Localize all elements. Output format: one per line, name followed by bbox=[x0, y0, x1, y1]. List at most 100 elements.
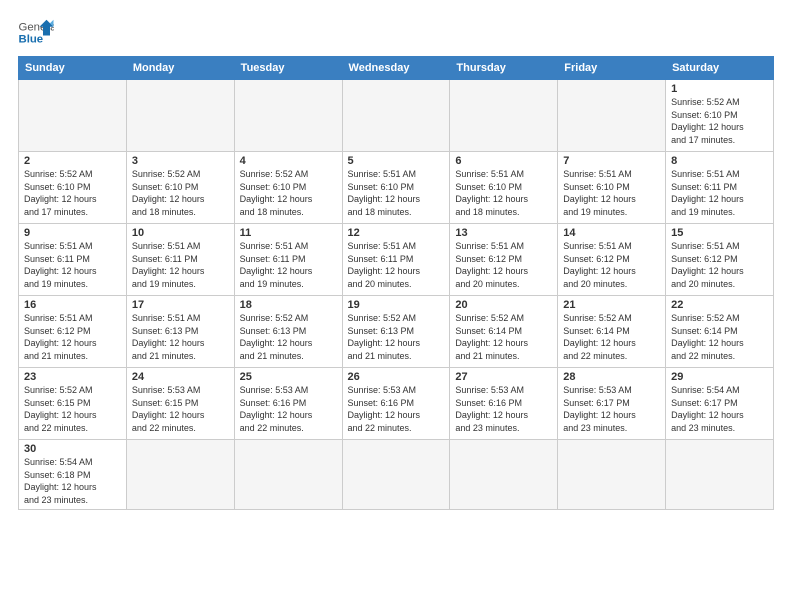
day-info: Sunrise: 5:51 AMSunset: 6:11 PMDaylight:… bbox=[671, 168, 768, 218]
day-number: 14 bbox=[563, 227, 660, 239]
day-info: Sunrise: 5:53 AMSunset: 6:16 PMDaylight:… bbox=[455, 384, 552, 434]
day-info: Sunrise: 5:51 AMSunset: 6:12 PMDaylight:… bbox=[24, 312, 121, 362]
day-info: Sunrise: 5:52 AMSunset: 6:14 PMDaylight:… bbox=[563, 312, 660, 362]
calendar-cell: 21Sunrise: 5:52 AMSunset: 6:14 PMDayligh… bbox=[558, 296, 666, 368]
weekday-header: Friday bbox=[558, 57, 666, 80]
calendar-cell bbox=[234, 440, 342, 510]
calendar-cell: 4Sunrise: 5:52 AMSunset: 6:10 PMDaylight… bbox=[234, 152, 342, 224]
day-number: 2 bbox=[24, 155, 121, 167]
calendar-cell: 10Sunrise: 5:51 AMSunset: 6:11 PMDayligh… bbox=[126, 224, 234, 296]
calendar-cell bbox=[558, 440, 666, 510]
calendar-week-row: 1Sunrise: 5:52 AMSunset: 6:10 PMDaylight… bbox=[19, 80, 774, 152]
weekday-header: Saturday bbox=[666, 57, 774, 80]
day-number: 8 bbox=[671, 155, 768, 167]
day-number: 7 bbox=[563, 155, 660, 167]
calendar-week-row: 23Sunrise: 5:52 AMSunset: 6:15 PMDayligh… bbox=[19, 368, 774, 440]
calendar-cell: 17Sunrise: 5:51 AMSunset: 6:13 PMDayligh… bbox=[126, 296, 234, 368]
day-number: 4 bbox=[240, 155, 337, 167]
day-number: 19 bbox=[348, 299, 445, 311]
day-info: Sunrise: 5:52 AMSunset: 6:15 PMDaylight:… bbox=[24, 384, 121, 434]
day-info: Sunrise: 5:53 AMSunset: 6:16 PMDaylight:… bbox=[348, 384, 445, 434]
day-info: Sunrise: 5:51 AMSunset: 6:10 PMDaylight:… bbox=[455, 168, 552, 218]
calendar-cell: 9Sunrise: 5:51 AMSunset: 6:11 PMDaylight… bbox=[19, 224, 127, 296]
day-info: Sunrise: 5:52 AMSunset: 6:10 PMDaylight:… bbox=[240, 168, 337, 218]
day-number: 30 bbox=[24, 443, 121, 455]
day-info: Sunrise: 5:51 AMSunset: 6:11 PMDaylight:… bbox=[132, 240, 229, 290]
day-info: Sunrise: 5:51 AMSunset: 6:11 PMDaylight:… bbox=[24, 240, 121, 290]
day-number: 17 bbox=[132, 299, 229, 311]
day-info: Sunrise: 5:52 AMSunset: 6:14 PMDaylight:… bbox=[671, 312, 768, 362]
calendar-cell: 19Sunrise: 5:52 AMSunset: 6:13 PMDayligh… bbox=[342, 296, 450, 368]
calendar-cell: 5Sunrise: 5:51 AMSunset: 6:10 PMDaylight… bbox=[342, 152, 450, 224]
day-number: 22 bbox=[671, 299, 768, 311]
day-info: Sunrise: 5:52 AMSunset: 6:10 PMDaylight:… bbox=[24, 168, 121, 218]
calendar-cell bbox=[558, 80, 666, 152]
day-number: 15 bbox=[671, 227, 768, 239]
calendar-cell: 23Sunrise: 5:52 AMSunset: 6:15 PMDayligh… bbox=[19, 368, 127, 440]
calendar-table: SundayMondayTuesdayWednesdayThursdayFrid… bbox=[18, 56, 774, 510]
calendar-cell: 2Sunrise: 5:52 AMSunset: 6:10 PMDaylight… bbox=[19, 152, 127, 224]
day-number: 28 bbox=[563, 371, 660, 383]
day-number: 5 bbox=[348, 155, 445, 167]
day-info: Sunrise: 5:51 AMSunset: 6:11 PMDaylight:… bbox=[240, 240, 337, 290]
calendar-cell: 1Sunrise: 5:52 AMSunset: 6:10 PMDaylight… bbox=[666, 80, 774, 152]
weekday-header: Sunday bbox=[19, 57, 127, 80]
calendar-cell: 7Sunrise: 5:51 AMSunset: 6:10 PMDaylight… bbox=[558, 152, 666, 224]
calendar-week-row: 16Sunrise: 5:51 AMSunset: 6:12 PMDayligh… bbox=[19, 296, 774, 368]
calendar-cell: 6Sunrise: 5:51 AMSunset: 6:10 PMDaylight… bbox=[450, 152, 558, 224]
calendar-cell: 11Sunrise: 5:51 AMSunset: 6:11 PMDayligh… bbox=[234, 224, 342, 296]
day-number: 18 bbox=[240, 299, 337, 311]
day-number: 23 bbox=[24, 371, 121, 383]
day-info: Sunrise: 5:54 AMSunset: 6:18 PMDaylight:… bbox=[24, 456, 121, 506]
calendar-cell bbox=[450, 440, 558, 510]
calendar-cell: 20Sunrise: 5:52 AMSunset: 6:14 PMDayligh… bbox=[450, 296, 558, 368]
calendar-cell: 14Sunrise: 5:51 AMSunset: 6:12 PMDayligh… bbox=[558, 224, 666, 296]
calendar-cell: 13Sunrise: 5:51 AMSunset: 6:12 PMDayligh… bbox=[450, 224, 558, 296]
calendar-week-row: 9Sunrise: 5:51 AMSunset: 6:11 PMDaylight… bbox=[19, 224, 774, 296]
calendar-cell bbox=[234, 80, 342, 152]
weekday-header: Thursday bbox=[450, 57, 558, 80]
calendar-cell: 8Sunrise: 5:51 AMSunset: 6:11 PMDaylight… bbox=[666, 152, 774, 224]
calendar-cell: 24Sunrise: 5:53 AMSunset: 6:15 PMDayligh… bbox=[126, 368, 234, 440]
day-number: 3 bbox=[132, 155, 229, 167]
day-number: 26 bbox=[348, 371, 445, 383]
day-number: 21 bbox=[563, 299, 660, 311]
calendar-cell: 29Sunrise: 5:54 AMSunset: 6:17 PMDayligh… bbox=[666, 368, 774, 440]
day-info: Sunrise: 5:53 AMSunset: 6:16 PMDaylight:… bbox=[240, 384, 337, 434]
calendar-cell bbox=[126, 440, 234, 510]
day-info: Sunrise: 5:51 AMSunset: 6:11 PMDaylight:… bbox=[348, 240, 445, 290]
calendar-cell bbox=[126, 80, 234, 152]
svg-text:Blue: Blue bbox=[19, 34, 44, 46]
day-info: Sunrise: 5:54 AMSunset: 6:17 PMDaylight:… bbox=[671, 384, 768, 434]
calendar-cell: 25Sunrise: 5:53 AMSunset: 6:16 PMDayligh… bbox=[234, 368, 342, 440]
calendar-cell bbox=[450, 80, 558, 152]
logo: General Blue bbox=[18, 18, 54, 46]
day-number: 16 bbox=[24, 299, 121, 311]
day-info: Sunrise: 5:51 AMSunset: 6:10 PMDaylight:… bbox=[563, 168, 660, 218]
day-number: 24 bbox=[132, 371, 229, 383]
calendar-cell: 15Sunrise: 5:51 AMSunset: 6:12 PMDayligh… bbox=[666, 224, 774, 296]
calendar-cell bbox=[342, 440, 450, 510]
calendar-cell: 16Sunrise: 5:51 AMSunset: 6:12 PMDayligh… bbox=[19, 296, 127, 368]
day-number: 29 bbox=[671, 371, 768, 383]
day-number: 12 bbox=[348, 227, 445, 239]
generalblue-logo-icon: General Blue bbox=[18, 18, 54, 46]
day-info: Sunrise: 5:52 AMSunset: 6:13 PMDaylight:… bbox=[348, 312, 445, 362]
day-info: Sunrise: 5:51 AMSunset: 6:13 PMDaylight:… bbox=[132, 312, 229, 362]
day-number: 13 bbox=[455, 227, 552, 239]
day-info: Sunrise: 5:53 AMSunset: 6:17 PMDaylight:… bbox=[563, 384, 660, 434]
calendar-cell: 18Sunrise: 5:52 AMSunset: 6:13 PMDayligh… bbox=[234, 296, 342, 368]
calendar-cell bbox=[666, 440, 774, 510]
day-number: 6 bbox=[455, 155, 552, 167]
day-info: Sunrise: 5:51 AMSunset: 6:12 PMDaylight:… bbox=[671, 240, 768, 290]
day-number: 27 bbox=[455, 371, 552, 383]
calendar-cell bbox=[342, 80, 450, 152]
day-info: Sunrise: 5:52 AMSunset: 6:10 PMDaylight:… bbox=[671, 96, 768, 146]
weekday-header: Wednesday bbox=[342, 57, 450, 80]
calendar-header-row: SundayMondayTuesdayWednesdayThursdayFrid… bbox=[19, 57, 774, 80]
day-info: Sunrise: 5:52 AMSunset: 6:13 PMDaylight:… bbox=[240, 312, 337, 362]
calendar-cell: 3Sunrise: 5:52 AMSunset: 6:10 PMDaylight… bbox=[126, 152, 234, 224]
calendar-cell: 12Sunrise: 5:51 AMSunset: 6:11 PMDayligh… bbox=[342, 224, 450, 296]
day-info: Sunrise: 5:52 AMSunset: 6:10 PMDaylight:… bbox=[132, 168, 229, 218]
calendar-cell: 26Sunrise: 5:53 AMSunset: 6:16 PMDayligh… bbox=[342, 368, 450, 440]
